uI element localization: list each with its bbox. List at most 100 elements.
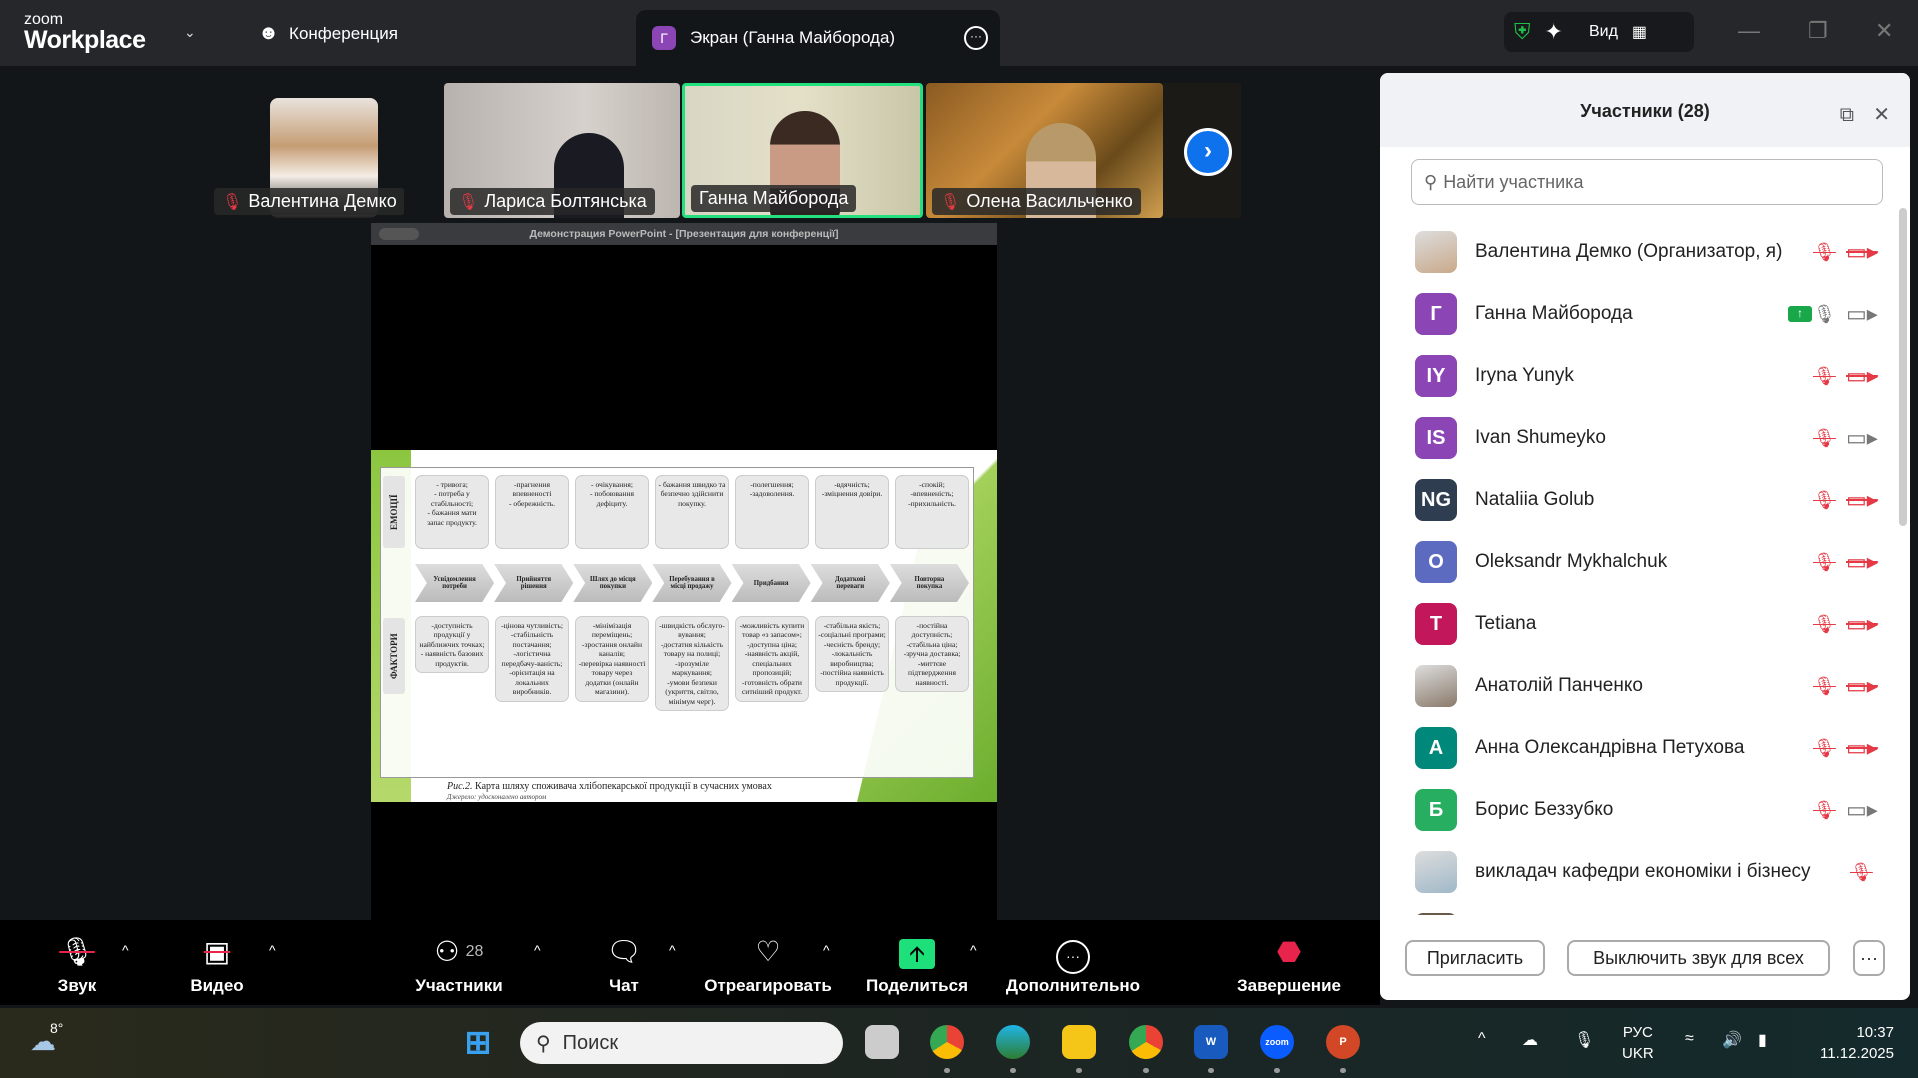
camera-icon[interactable]: ▭▸ xyxy=(1846,301,1878,327)
video-off-icon: ▣ xyxy=(203,936,231,967)
close-icon[interactable]: ✕ xyxy=(1875,18,1893,44)
clock[interactable]: 10:37 11.12.2025 xyxy=(1800,1022,1894,1064)
participant-row[interactable]: IY Iryna Yunyk 🎙 ▭▸ xyxy=(1380,345,1896,407)
shared-screen[interactable]: Демонстрация PowerPoint - [Презентация д… xyxy=(371,223,997,920)
minimize-icon[interactable]: — xyxy=(1738,18,1760,44)
camera-off-icon[interactable]: ▭▸ xyxy=(1846,239,1878,265)
invite-button[interactable]: Пригласить xyxy=(1405,940,1545,976)
scrollbar[interactable] xyxy=(1899,208,1907,526)
share-window-title: Демонстрация PowerPoint - [Презентация д… xyxy=(371,223,997,245)
tray-expand-icon[interactable]: ^ xyxy=(1478,1030,1486,1048)
participant-row[interactable]: IS Ivan Shumeyko 🎙 ▭▸ xyxy=(1380,407,1896,469)
mic-muted-icon[interactable]: 🎙 xyxy=(1813,366,1836,387)
powerpoint-icon[interactable]: P xyxy=(1326,1025,1360,1059)
close-panel-icon[interactable]: ✕ xyxy=(1873,77,1890,153)
mic-tray-icon[interactable]: 🎙 xyxy=(1574,1030,1594,1050)
participant-search-input[interactable]: ⚲ Найти участника xyxy=(1411,159,1883,205)
shield-icon[interactable]: ⛨ xyxy=(1514,19,1531,45)
edge-icon[interactable] xyxy=(996,1025,1030,1059)
more-options-button[interactable]: ··· xyxy=(1853,940,1885,976)
video-button[interactable]: ▣ Видео xyxy=(147,934,287,996)
search-placeholder: Найти участника xyxy=(1443,171,1584,192)
participant-row[interactable]: T Tetiana 🎙 ▭▸ xyxy=(1380,593,1896,655)
camera-icon[interactable]: ▭▸ xyxy=(1846,797,1878,823)
end-icon: ⬣ xyxy=(1276,936,1302,967)
factor-box: -стабільна якість; -соціальні програми; … xyxy=(815,616,889,693)
mic-muted-icon[interactable]: 🎙 xyxy=(1813,242,1836,263)
chevron-down-icon[interactable]: ⌄ xyxy=(184,24,196,41)
share-button[interactable]: 🡩 Поделиться xyxy=(847,934,987,996)
volume-icon[interactable]: 🔊 xyxy=(1722,1030,1742,1050)
camera-off-icon[interactable]: ▭▸ xyxy=(1846,611,1878,637)
avatar xyxy=(1415,665,1457,707)
chrome-icon[interactable] xyxy=(930,1025,964,1059)
restore-icon[interactable]: ❐ xyxy=(1808,18,1828,44)
participants-button[interactable]: ⚇ 28 Участники xyxy=(389,934,529,996)
mic-muted-icon[interactable]: 🎙 xyxy=(1813,676,1836,697)
audio-caret-icon[interactable]: ^ xyxy=(122,942,129,958)
more-icon[interactable]: ··· xyxy=(964,26,988,50)
avatar: T xyxy=(1415,603,1457,645)
caption-prefix: Рис.2. xyxy=(447,781,473,792)
screen-share-tab[interactable]: Г Экран (Ганна Майборода) ··· xyxy=(636,10,1000,66)
video-tile[interactable]: 🎙 Олена Васильченко xyxy=(926,83,1163,218)
taskbar-search[interactable]: ⚲ Поиск xyxy=(520,1022,843,1064)
participants-caret-icon[interactable]: ^ xyxy=(534,942,541,958)
weather-temp: 8° xyxy=(50,1020,64,1036)
windows-start-icon[interactable]: ⊞ xyxy=(461,1024,495,1060)
camera-icon[interactable]: ▭▸ xyxy=(1846,425,1878,451)
video-tile-active[interactable]: Ганна Майборода xyxy=(682,83,923,218)
participant-row[interactable]: NG Nataliia Golub 🎙 ▭▸ xyxy=(1380,469,1896,531)
participant-row[interactable]: Г Ганна Майборода ↑ 🎙 ▭▸ xyxy=(1380,283,1896,345)
video-caret-icon[interactable]: ^ xyxy=(269,942,276,958)
task-view-icon[interactable] xyxy=(865,1025,899,1059)
more-button[interactable]: ··· Дополнительно xyxy=(1003,934,1143,996)
react-button[interactable]: ♡ Отреагировать xyxy=(698,934,838,996)
file-explorer-icon[interactable] xyxy=(1062,1025,1096,1059)
end-meeting-button[interactable]: ⬣ Завершение xyxy=(1219,934,1359,996)
language-indicator[interactable]: РУС UKR xyxy=(1622,1022,1654,1064)
participant-row[interactable]: Валентина Демко (Организатор, я) 🎙 ▭▸ xyxy=(1380,221,1896,283)
camera-off-icon[interactable]: ▭▸ xyxy=(1846,487,1878,513)
video-tile[interactable]: 🎙 Валентина Демко xyxy=(208,83,404,218)
participants-icon: ⚇ 28 xyxy=(434,936,484,967)
battery-icon[interactable]: ▮ xyxy=(1758,1030,1767,1050)
chrome-profile-icon[interactable] xyxy=(1129,1025,1163,1059)
conference-button[interactable]: ☻ Конференция xyxy=(258,22,398,45)
mute-all-button[interactable]: Выключить звук для всех xyxy=(1567,940,1830,976)
camera-off-icon[interactable]: ▭▸ xyxy=(1846,735,1878,761)
participant-name: Ганна Майборода xyxy=(1475,303,1633,324)
camera-off-icon[interactable]: ▭▸ xyxy=(1846,363,1878,389)
mic-muted-icon[interactable]: 🎙 xyxy=(1813,552,1836,573)
wifi-icon[interactable]: ≈ xyxy=(1685,1030,1694,1048)
sparkle-icon[interactable]: ✦ xyxy=(1545,19,1563,45)
participant-row[interactable]: O Oleksandr Mykhalchuk 🎙 ▭▸ xyxy=(1380,531,1896,593)
share-caret-icon[interactable]: ^ xyxy=(970,942,977,958)
mic-muted-icon[interactable]: 🎙 xyxy=(1813,490,1836,511)
next-page-arrow-icon[interactable]: › xyxy=(1184,128,1232,176)
camera-off-icon[interactable]: ▭▸ xyxy=(1846,673,1878,699)
thumbnail-name: 🎙 Валентина Демко xyxy=(214,188,404,215)
mic-muted-icon[interactable]: 🎙 xyxy=(1813,428,1836,449)
grid-icon[interactable]: ▦ xyxy=(1632,22,1647,42)
mic-muted-icon[interactable]: 🎙 xyxy=(1813,800,1836,821)
factor-box: -цінова чутливість; -стабільність постач… xyxy=(495,616,569,702)
chat-caret-icon[interactable]: ^ xyxy=(669,942,676,958)
participant-row[interactable]: викладач кафедри економіки і бізнесу 🎙 xyxy=(1380,841,1896,903)
participant-row[interactable]: Б Борис Беззубко 🎙 ▭▸ xyxy=(1380,779,1896,841)
zoom-app-icon[interactable]: zoom xyxy=(1260,1025,1294,1059)
pop-out-icon[interactable]: ⧉ xyxy=(1840,77,1854,153)
participant-row[interactable]: A Анна Олександрівна Петухова 🎙 ▭▸ xyxy=(1380,717,1896,779)
onedrive-icon[interactable]: ☁ xyxy=(1522,1030,1538,1050)
video-tile[interactable]: 🎙 Лариса Болтянська xyxy=(444,83,680,218)
mic-icon[interactable]: 🎙 xyxy=(1813,304,1836,325)
mic-muted-icon[interactable]: 🎙 xyxy=(1813,738,1836,759)
camera-off-icon[interactable]: ▭▸ xyxy=(1846,549,1878,575)
view-button[interactable]: Вид xyxy=(1589,23,1618,41)
conference-label: Конференция xyxy=(289,23,398,43)
word-icon[interactable]: W xyxy=(1194,1025,1228,1059)
mic-muted-icon[interactable]: 🎙 xyxy=(1813,614,1836,635)
mic-muted-icon[interactable]: 🎙 xyxy=(1850,862,1873,883)
participant-row[interactable]: Анатолій Панченко 🎙 ▭▸ xyxy=(1380,655,1896,717)
react-caret-icon[interactable]: ^ xyxy=(823,942,830,958)
